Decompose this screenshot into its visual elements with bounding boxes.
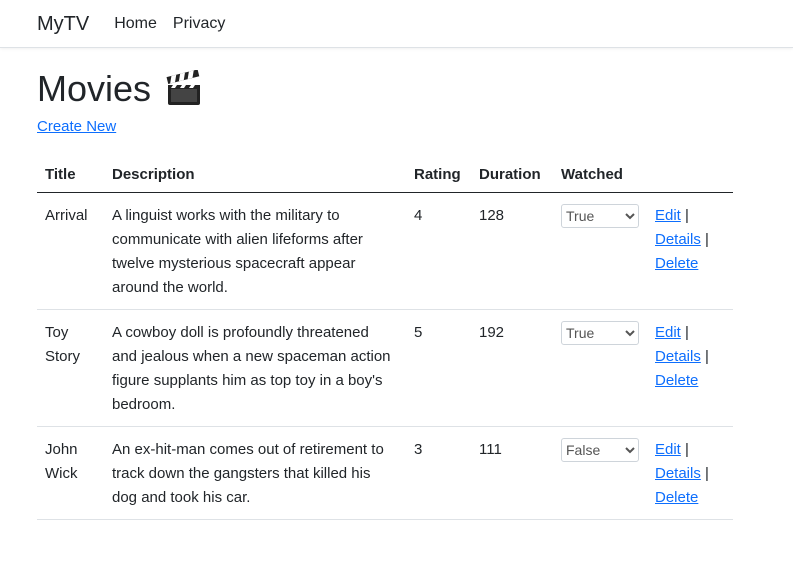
- edit-link[interactable]: Edit: [655, 441, 681, 458]
- header-description: Description: [104, 159, 406, 193]
- main-content: Movies Create New Title Description Rati…: [0, 68, 733, 520]
- header-title: Title: [37, 159, 104, 193]
- separator: |: [705, 231, 709, 248]
- header-actions: [647, 159, 733, 193]
- details-link[interactable]: Details: [655, 231, 701, 248]
- cell-description: An ex-hit-man comes out of retirement to…: [104, 426, 406, 520]
- watched-select[interactable]: False: [561, 438, 639, 462]
- cell-duration: 128: [471, 192, 553, 310]
- page-title: Movies: [37, 68, 152, 110]
- delete-link[interactable]: Delete: [655, 489, 698, 506]
- cell-actions: Edit | Details | Delete: [647, 309, 733, 427]
- separator: |: [705, 465, 709, 482]
- cell-watched: True: [553, 309, 647, 427]
- cell-actions: Edit | Details | Delete: [647, 426, 733, 520]
- delete-link[interactable]: Delete: [655, 372, 698, 389]
- cell-duration: 192: [471, 309, 553, 427]
- cell-description: A cowboy doll is profoundly threatened a…: [104, 309, 406, 427]
- details-link[interactable]: Details: [655, 465, 701, 482]
- cell-title: Toy Story: [37, 309, 104, 427]
- cell-rating: 4: [406, 192, 471, 310]
- watched-select[interactable]: True: [561, 204, 639, 228]
- cell-watched: True: [553, 192, 647, 310]
- brand-link[interactable]: MyTV: [37, 14, 89, 34]
- nav-link-home[interactable]: Home: [114, 15, 157, 33]
- header-duration: Duration: [471, 159, 553, 193]
- cell-rating: 5: [406, 309, 471, 427]
- separator: |: [685, 207, 689, 224]
- cell-duration: 111: [471, 426, 553, 520]
- page-header: Movies: [37, 68, 733, 110]
- nav-link-privacy[interactable]: Privacy: [173, 15, 225, 33]
- watched-select[interactable]: True: [561, 321, 639, 345]
- table-header-row: Title Description Rating Duration Watche…: [37, 159, 733, 193]
- table-row: John Wick An ex-hit-man comes out of ret…: [37, 426, 733, 520]
- navbar: MyTV Home Privacy: [0, 0, 793, 48]
- clapperboard-icon: [165, 69, 203, 108]
- header-rating: Rating: [406, 159, 471, 193]
- edit-link[interactable]: Edit: [655, 324, 681, 341]
- details-link[interactable]: Details: [655, 348, 701, 365]
- create-new-link[interactable]: Create New: [37, 118, 116, 135]
- separator: |: [685, 441, 689, 458]
- cell-rating: 3: [406, 426, 471, 520]
- movies-table: Title Description Rating Duration Watche…: [37, 159, 733, 520]
- cell-description: A linguist works with the military to co…: [104, 192, 406, 310]
- separator: |: [685, 324, 689, 341]
- cell-title: John Wick: [37, 426, 104, 520]
- cell-actions: Edit | Details | Delete: [647, 192, 733, 310]
- table-row: Toy Story A cowboy doll is profoundly th…: [37, 309, 733, 427]
- cell-watched: False: [553, 426, 647, 520]
- header-watched: Watched: [553, 159, 647, 193]
- edit-link[interactable]: Edit: [655, 207, 681, 224]
- cell-title: Arrival: [37, 192, 104, 310]
- table-row: Arrival A linguist works with the milita…: [37, 192, 733, 310]
- separator: |: [705, 348, 709, 365]
- delete-link[interactable]: Delete: [655, 255, 698, 272]
